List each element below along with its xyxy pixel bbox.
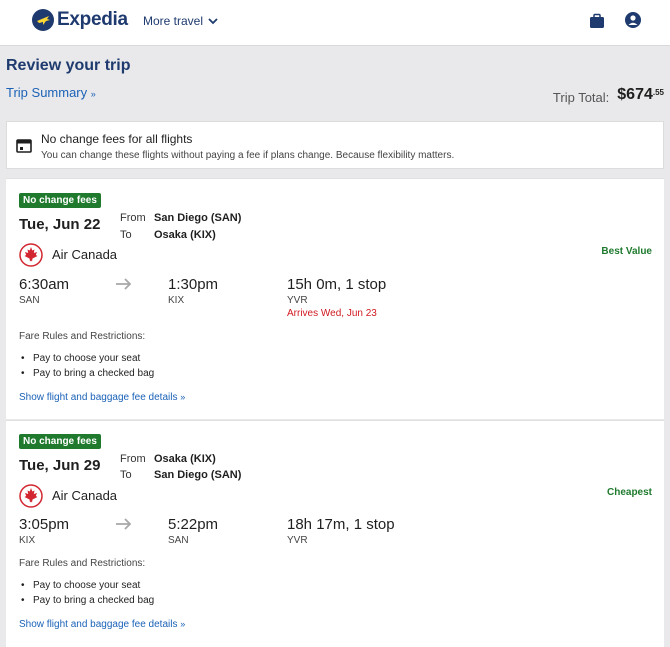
banner-text: You can change these flights without pay… — [41, 150, 455, 161]
account-icon[interactable] — [625, 12, 641, 28]
arrow-right-icon — [116, 278, 132, 290]
flight-date: Tue, Jun 29 — [19, 457, 101, 474]
fare-rules-title: Fare Rules and Restrictions: — [19, 558, 146, 569]
expedia-logo[interactable]: Expedia — [32, 9, 128, 31]
from-airport: San Diego (SAN) — [154, 212, 242, 224]
arrives-next-day-note: Arrives Wed, Jun 23 — [287, 308, 377, 319]
double-chevron-down-icon: » — [90, 89, 96, 99]
best-value-tag: Best Value — [601, 246, 652, 257]
trip-total-amount: $674 — [617, 86, 653, 103]
no-change-fees-banner: No change fees for all flights You can c… — [6, 121, 664, 169]
arrival-airport-code: SAN — [168, 535, 189, 546]
departure-airport-code: SAN — [19, 295, 40, 306]
arrival-airport-code: KIX — [168, 295, 185, 306]
flight-details-link-label: Show flight and baggage fee details — [19, 392, 178, 403]
trip-total: Trip Total: $674 .55 — [553, 86, 664, 105]
departure-airport-code: KIX — [19, 535, 36, 546]
flight-details-link[interactable]: Show flight and baggage fee details » — [19, 392, 185, 403]
cheapest-tag: Cheapest — [606, 487, 652, 498]
airline-name: Air Canada — [52, 247, 118, 262]
flight-card-outbound[interactable]: No change fees Tue, Jun 22 From San Dieg… — [6, 178, 664, 419]
no-change-fees-badge: No change fees — [19, 193, 101, 208]
from-label: From — [120, 212, 146, 224]
flight-card-return[interactable]: No change fees Tue, Jun 29 From Osaka (K… — [6, 420, 664, 647]
chevron-down-icon — [208, 17, 218, 24]
fare-rules-list: Pay to choose your seat Pay to bring a c… — [19, 578, 154, 608]
fare-rules-title: Fare Rules and Restrictions: — [19, 331, 146, 342]
to-label: To — [120, 469, 132, 481]
arrival-time: 1:30pm — [168, 276, 219, 293]
flight-duration: 18h 17m, 1 stop — [287, 516, 395, 533]
layover-airport: YVR — [287, 535, 308, 546]
fare-rule-item: Pay to bring a checked bag — [19, 593, 154, 608]
from-airport: Osaka (KIX) — [154, 453, 216, 465]
to-airport: Osaka (KIX) — [154, 229, 216, 241]
calendar-icon — [16, 139, 32, 153]
brand-name: Expedia — [57, 9, 128, 30]
fare-rule-item: Pay to choose your seat — [19, 351, 154, 366]
trip-summary-toggle[interactable]: Trip Summary » — [6, 85, 96, 100]
from-label: From — [120, 453, 146, 465]
page-title: Review your trip — [6, 57, 131, 74]
air-canada-maple-leaf-logo-icon — [19, 243, 43, 267]
to-airport: San Diego (SAN) — [154, 469, 242, 481]
flight-details-link-label: Show flight and baggage fee details — [19, 619, 178, 630]
no-change-fees-badge: No change fees — [19, 434, 101, 449]
fare-rules-list: Pay to choose your seat Pay to bring a c… — [19, 351, 154, 381]
airline-name: Air Canada — [52, 488, 118, 503]
expedia-plane-logo-icon — [32, 9, 54, 31]
fare-rule-item: Pay to choose your seat — [19, 578, 154, 593]
briefcase-icon[interactable] — [589, 13, 605, 29]
double-chevron-down-icon: » — [180, 619, 186, 629]
fare-rule-item: Pay to bring a checked bag — [19, 366, 154, 381]
double-chevron-down-icon: » — [180, 392, 186, 402]
trip-total-label: Trip Total: — [552, 90, 610, 105]
departure-time: 3:05pm — [19, 516, 70, 533]
trip-summary-label: Trip Summary — [6, 85, 88, 100]
to-label: To — [120, 229, 132, 241]
arrow-right-icon — [116, 518, 132, 530]
flight-duration: 15h 0m, 1 stop — [287, 276, 387, 293]
flight-date: Tue, Jun 22 — [19, 216, 101, 233]
trip-total-cents: .55 — [652, 88, 664, 97]
layover-airport: YVR — [287, 295, 308, 306]
more-travel-label: More travel — [143, 14, 204, 28]
more-travel-menu[interactable]: More travel — [143, 14, 218, 28]
banner-title: No change fees for all flights — [41, 132, 193, 146]
top-navigation-bar: Expedia More travel — [0, 0, 670, 46]
flight-details-link[interactable]: Show flight and baggage fee details » — [19, 619, 185, 630]
air-canada-maple-leaf-logo-icon — [19, 484, 43, 508]
departure-time: 6:30am — [19, 276, 70, 293]
arrival-time: 5:22pm — [168, 516, 219, 533]
